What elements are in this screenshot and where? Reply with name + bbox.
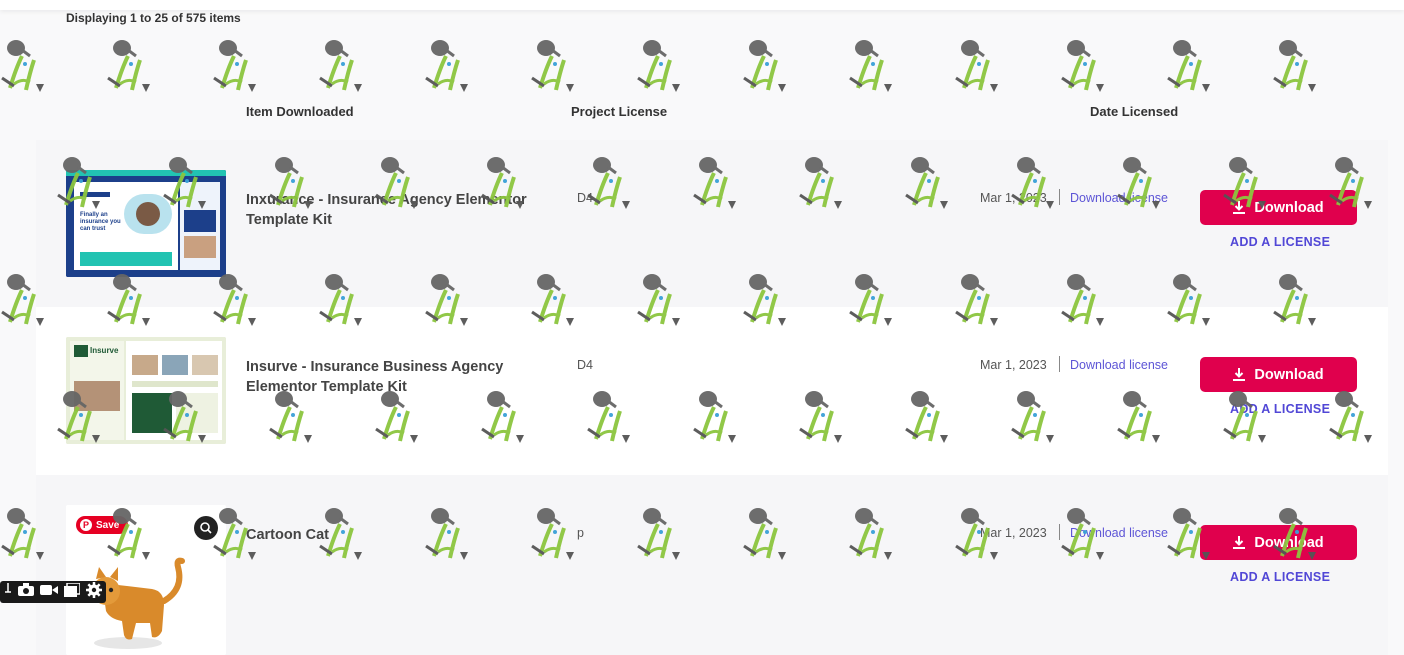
video-icon[interactable] xyxy=(40,583,58,601)
download-button-label: Download xyxy=(1254,199,1324,216)
thumb-text: Finally an xyxy=(80,212,108,218)
download-license-link[interactable]: Download license xyxy=(1070,191,1168,205)
date-licensed: Mar 1, 2023 xyxy=(980,358,1047,372)
watering-can-watermark xyxy=(530,38,576,94)
capture-toolbar xyxy=(0,581,106,603)
download-icon xyxy=(1233,536,1246,549)
add-license-link[interactable]: ADD A LICENSE xyxy=(1230,402,1330,416)
download-button[interactable]: Download xyxy=(1200,190,1357,225)
watering-can-watermark xyxy=(424,38,470,94)
project-license: p xyxy=(577,526,584,540)
items-count: Displaying 1 to 25 of 575 items xyxy=(66,11,241,25)
project-license: D4 xyxy=(577,358,593,372)
watering-can-watermark xyxy=(1060,38,1106,94)
watering-can-watermark xyxy=(1272,38,1318,94)
camera-icon[interactable] xyxy=(18,583,34,601)
separator xyxy=(1059,524,1060,540)
column-header-item: Item Downloaded xyxy=(246,104,354,119)
column-header-license: Project License xyxy=(571,104,668,119)
download-button[interactable]: Download xyxy=(1200,357,1357,392)
watering-can-watermark xyxy=(954,38,1000,94)
pinterest-icon: P xyxy=(80,519,92,531)
project-license: D4 xyxy=(577,191,593,205)
watering-can-watermark xyxy=(1166,38,1212,94)
watering-can-watermark xyxy=(212,38,258,94)
table-row: Cartoon Cat p Mar 1, 2023 Download licen… xyxy=(36,475,1388,655)
gear-icon[interactable] xyxy=(86,581,102,603)
download-icon xyxy=(1233,201,1246,214)
download-icon xyxy=(1233,368,1246,381)
lens-icon[interactable] xyxy=(194,516,218,540)
pinterest-save-button[interactable]: P Save xyxy=(76,516,128,534)
item-title: Insurve - Insurance Business Agency Elem… xyxy=(246,359,504,395)
copy-icon[interactable] xyxy=(64,581,81,602)
watering-can-watermark xyxy=(742,38,788,94)
separator xyxy=(1059,356,1060,372)
download-license-link[interactable]: Download license xyxy=(1070,526,1168,540)
watering-can-watermark xyxy=(0,38,46,94)
item-title: Inxurance - Insurance Agency Elementor T… xyxy=(246,192,527,228)
thumb-text: insurance you xyxy=(80,219,121,225)
download-button-label: Download xyxy=(1254,534,1324,551)
item-thumbnail[interactable]: Insurve xyxy=(66,337,226,444)
download-button-label: Download xyxy=(1254,366,1324,383)
pin-save-label: Save xyxy=(96,519,120,531)
thumb-text: can trust xyxy=(80,226,106,232)
thumb-text: Insurve xyxy=(90,346,119,355)
watering-can-watermark xyxy=(636,38,682,94)
pin-icon[interactable] xyxy=(4,582,12,602)
date-licensed: Mar 1, 2023 xyxy=(980,526,1047,540)
watering-can-watermark xyxy=(318,38,364,94)
date-licensed: Mar 1, 2023 xyxy=(980,191,1047,205)
item-thumbnail[interactable]: Finally an insurance you can trust xyxy=(66,170,226,277)
watering-can-watermark xyxy=(848,38,894,94)
separator xyxy=(1059,189,1060,205)
column-header-date: Date Licensed xyxy=(1090,104,1179,119)
table-row: Insurve Insurve - Insurance Business Age… xyxy=(36,307,1388,475)
add-license-link[interactable]: ADD A LICENSE xyxy=(1230,235,1330,249)
watering-can-watermark xyxy=(106,38,152,94)
item-title: Cartoon Cat xyxy=(246,527,329,543)
download-button[interactable]: Download xyxy=(1200,525,1357,560)
table-row: Finally an insurance you can trust Inxur… xyxy=(36,140,1388,308)
add-license-link[interactable]: ADD A LICENSE xyxy=(1230,570,1330,584)
download-license-link[interactable]: Download license xyxy=(1070,358,1168,372)
top-bar xyxy=(0,0,1404,10)
